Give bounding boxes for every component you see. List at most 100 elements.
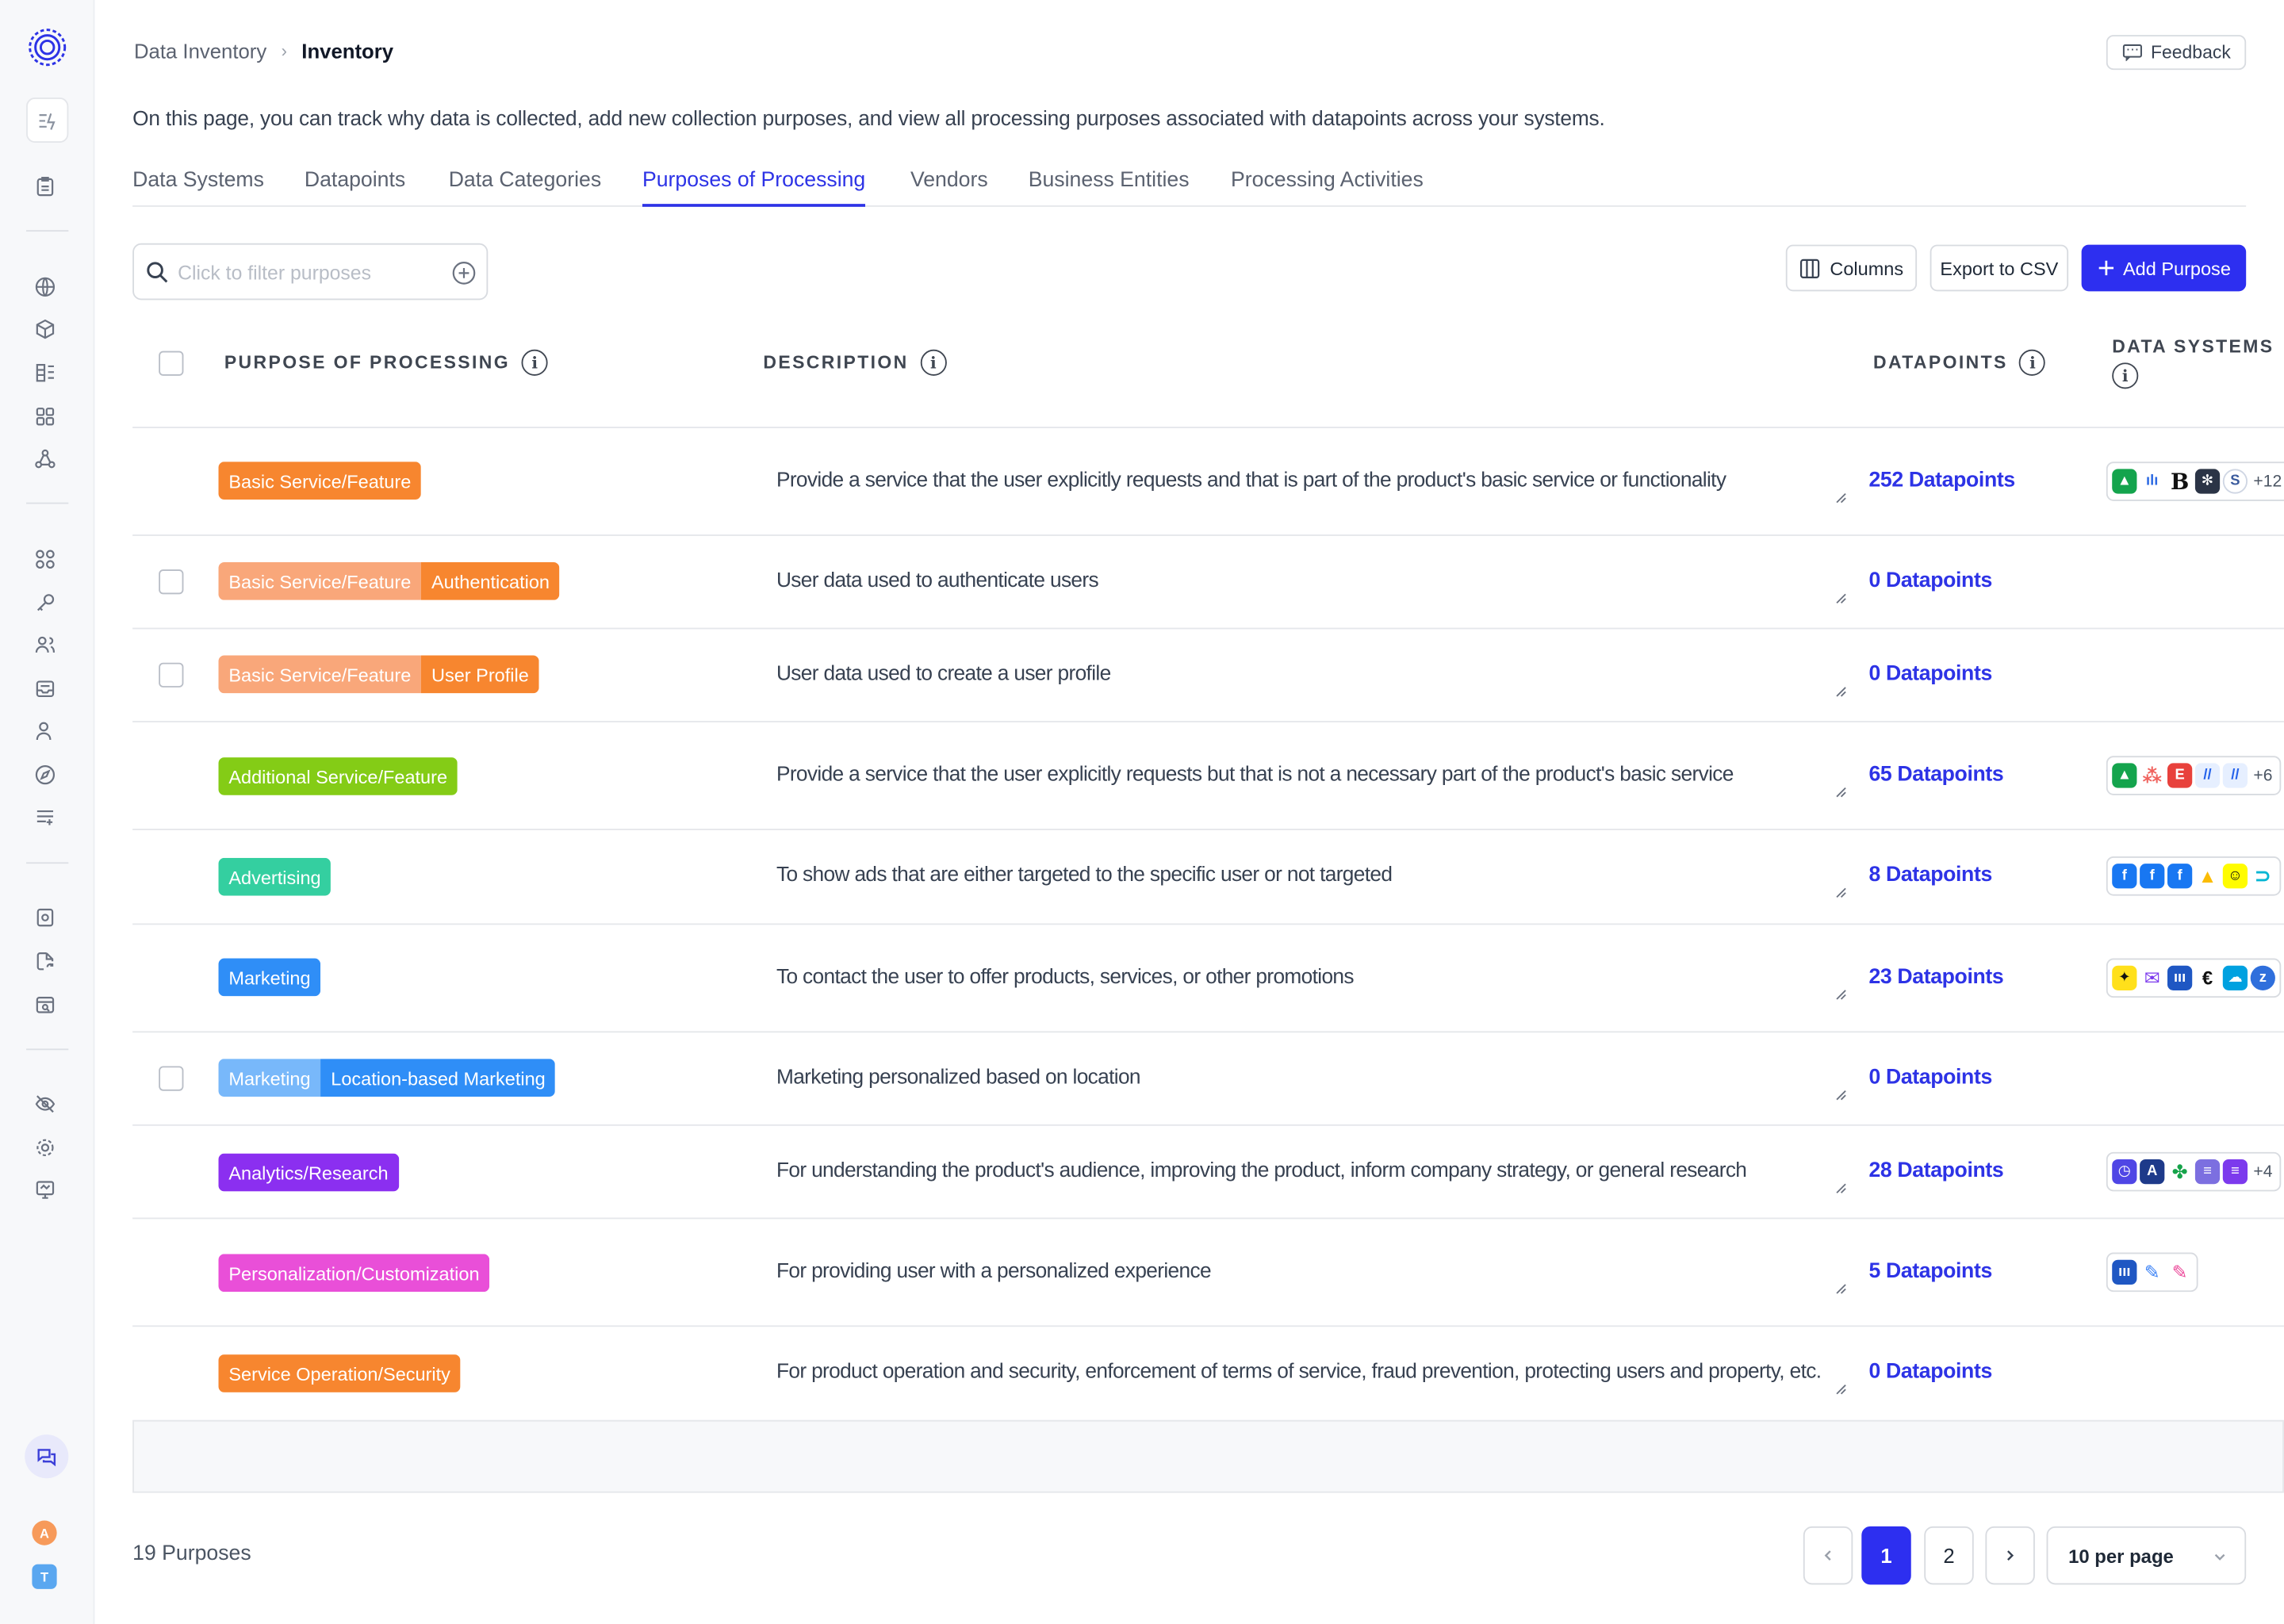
sidebar-item-apps[interactable] [29,400,61,432]
more-systems-count[interactable]: +4 [2251,1163,2275,1181]
avatar[interactable]: A [32,1520,57,1545]
row-description[interactable]: Provide a service that the user explicit… [776,763,1734,786]
table-row[interactable]: Basic Service/Feature Provide a service … [132,428,2284,534]
tab-data-categories[interactable]: Data Categories [449,169,601,207]
page-button-1[interactable]: 1 [1861,1526,1911,1585]
sidebar-item-users[interactable] [29,629,61,661]
resize-handle-icon[interactable] [1833,683,1847,697]
feedback-button[interactable]: Feedback [2106,35,2247,71]
row-description[interactable]: To contact the user to offer products, s… [776,966,1355,989]
sidebar-item-systems[interactable] [29,313,61,345]
datapoints-link[interactable]: 252 Datapoints [1868,469,2015,492]
datapoints-link[interactable]: 5 Datapoints [1868,1260,1992,1283]
sidebar-item-keys[interactable] [29,587,61,619]
purpose-tag[interactable]: Marketing Location-based Marketing [218,1059,556,1097]
data-systems-stack[interactable]: ▲ ⁂ E // // +6 [2106,756,2282,795]
resize-handle-icon[interactable] [1833,1086,1847,1101]
row-description[interactable]: Provide a service that the user explicit… [776,469,1726,492]
column-header-data-systems[interactable]: DATA SYSTEMS i [2112,336,2274,389]
table-row[interactable]: Basic Service/Feature User Profile User … [132,629,2284,721]
row-description[interactable]: For product operation and security, enfo… [776,1360,1822,1383]
purpose-tag[interactable]: Marketing [218,958,321,997]
sidebar-item-graph[interactable] [29,442,61,474]
more-systems-count[interactable]: +12 [2251,473,2284,490]
resize-handle-icon[interactable] [1833,1381,1847,1395]
datapoints-link[interactable]: 65 Datapoints [1868,763,2003,786]
purpose-tag[interactable]: Advertising [218,857,331,896]
avatar[interactable]: T [32,1564,57,1589]
datapoints-link[interactable]: 8 Datapoints [1868,864,1992,887]
tab-business-entities[interactable]: Business Entities [1029,169,1190,207]
table-row[interactable]: Additional Service/Feature Provide a ser… [132,722,2284,829]
purpose-tag[interactable]: Basic Service/Feature Authentication [218,561,560,600]
column-header-datapoints[interactable]: DATAPOINTS i [1873,349,2046,376]
info-icon[interactable]: i [2112,362,2139,389]
sidebar-item-privacy[interactable] [29,1088,61,1120]
sidebar-item-browse[interactable] [29,989,61,1021]
info-icon[interactable]: i [2019,349,2046,376]
data-systems-stack[interactable]: ✦ ✉ ııı € ☁ z [2106,958,2282,998]
column-header-description[interactable]: DESCRIPTION i [763,349,947,376]
add-purpose-button[interactable]: Add Purpose [2081,244,2247,292]
sidebar-item-inventory[interactable] [29,357,61,389]
sidebar-item-explore[interactable] [29,759,61,791]
export-csv-button[interactable]: Export to CSV [1930,244,2069,292]
breadcrumb-root[interactable]: Data Inventory [134,40,266,63]
tab-purposes-of-processing[interactable]: Purposes of Processing [642,169,866,207]
resize-handle-icon[interactable] [1833,783,1847,798]
data-systems-stack[interactable]: ııı ✎ ✎ [2106,1252,2198,1293]
info-icon[interactable]: i [521,349,548,376]
purpose-tag[interactable]: Basic Service/Feature User Profile [218,655,539,694]
sidebar-item-list[interactable] [29,801,61,833]
sidebar-item-tasks[interactable] [29,170,61,202]
select-all-checkbox[interactable] [159,350,184,376]
datapoints-link[interactable]: 28 Datapoints [1868,1159,2003,1182]
data-systems-stack[interactable]: ◷ A ✤ ≡ ≡ +4 [2106,1151,2282,1192]
tab-data-systems[interactable]: Data Systems [132,169,264,207]
sidebar-item-settings[interactable] [29,1132,61,1163]
sidebar-item-sync[interactable] [29,945,61,977]
purpose-tag[interactable]: Personalization/Customization [218,1254,490,1293]
tab-vendors[interactable]: Vendors [910,169,988,207]
info-icon[interactable]: i [920,349,947,376]
resize-handle-icon[interactable] [1833,884,1847,898]
row-description[interactable]: Marketing personalized based on location [776,1066,1141,1089]
purpose-tag[interactable]: Service Operation/Security [218,1354,461,1392]
sidebar-item-documents[interactable] [29,902,61,933]
datapoints-link[interactable]: 0 Datapoints [1868,1360,1992,1383]
data-systems-stack[interactable]: f f f ▲ ☺ ⊃ [2106,856,2282,896]
sidebar-item-inbox[interactable] [29,673,61,705]
next-page-button[interactable] [1985,1526,2035,1585]
row-description[interactable]: User data used to authenticate users [776,569,1099,592]
resize-handle-icon[interactable] [1833,590,1847,604]
sidebar-item-global[interactable] [29,271,61,303]
row-description[interactable]: For providing user with a personalized e… [776,1260,1212,1283]
sidebar-toggle-button[interactable] [26,98,69,143]
prev-page-button[interactable] [1803,1526,1853,1585]
row-description[interactable]: To show ads that are either targeted to … [776,864,1393,887]
table-row[interactable]: Analytics/Research For understanding the… [132,1126,2284,1218]
datapoints-link[interactable]: 0 Datapoints [1868,1066,1992,1089]
datapoints-link[interactable]: 23 Datapoints [1868,966,2003,989]
data-systems-stack[interactable]: ▲ ılı B ✻ S +12 [2106,462,2284,501]
datapoints-link[interactable]: 0 Datapoints [1868,569,1992,592]
more-systems-count[interactable]: +6 [2251,767,2275,784]
per-page-select[interactable]: 10 per page [2046,1526,2247,1585]
table-row[interactable]: Marketing Location-based Marketing Marke… [132,1032,2284,1124]
table-row[interactable]: Advertising To show ads that are either … [132,830,2284,922]
purpose-tag[interactable]: Analytics/Research [218,1153,399,1192]
chat-button[interactable] [25,1434,69,1479]
datapoints-link[interactable]: 0 Datapoints [1868,663,1992,686]
column-header-purpose[interactable]: PURPOSE OF PROCESSING i [224,349,548,376]
sidebar-item-monitor[interactable] [29,1174,61,1205]
table-row[interactable]: Service Operation/Security For product o… [132,1327,2284,1419]
row-description[interactable]: For understanding the product's audience… [776,1159,1747,1182]
table-row[interactable]: Marketing To contact the user to offer p… [132,925,2284,1031]
logo-icon[interactable] [26,26,68,68]
page-button-2[interactable]: 2 [1924,1526,1974,1585]
tab-datapoints[interactable]: Datapoints [305,169,405,207]
add-filter-icon[interactable] [451,261,476,285]
search-input[interactable] [178,256,440,289]
table-row[interactable]: Basic Service/Feature Authentication Use… [132,536,2284,628]
tab-processing-activities[interactable]: Processing Activities [1231,169,1424,207]
